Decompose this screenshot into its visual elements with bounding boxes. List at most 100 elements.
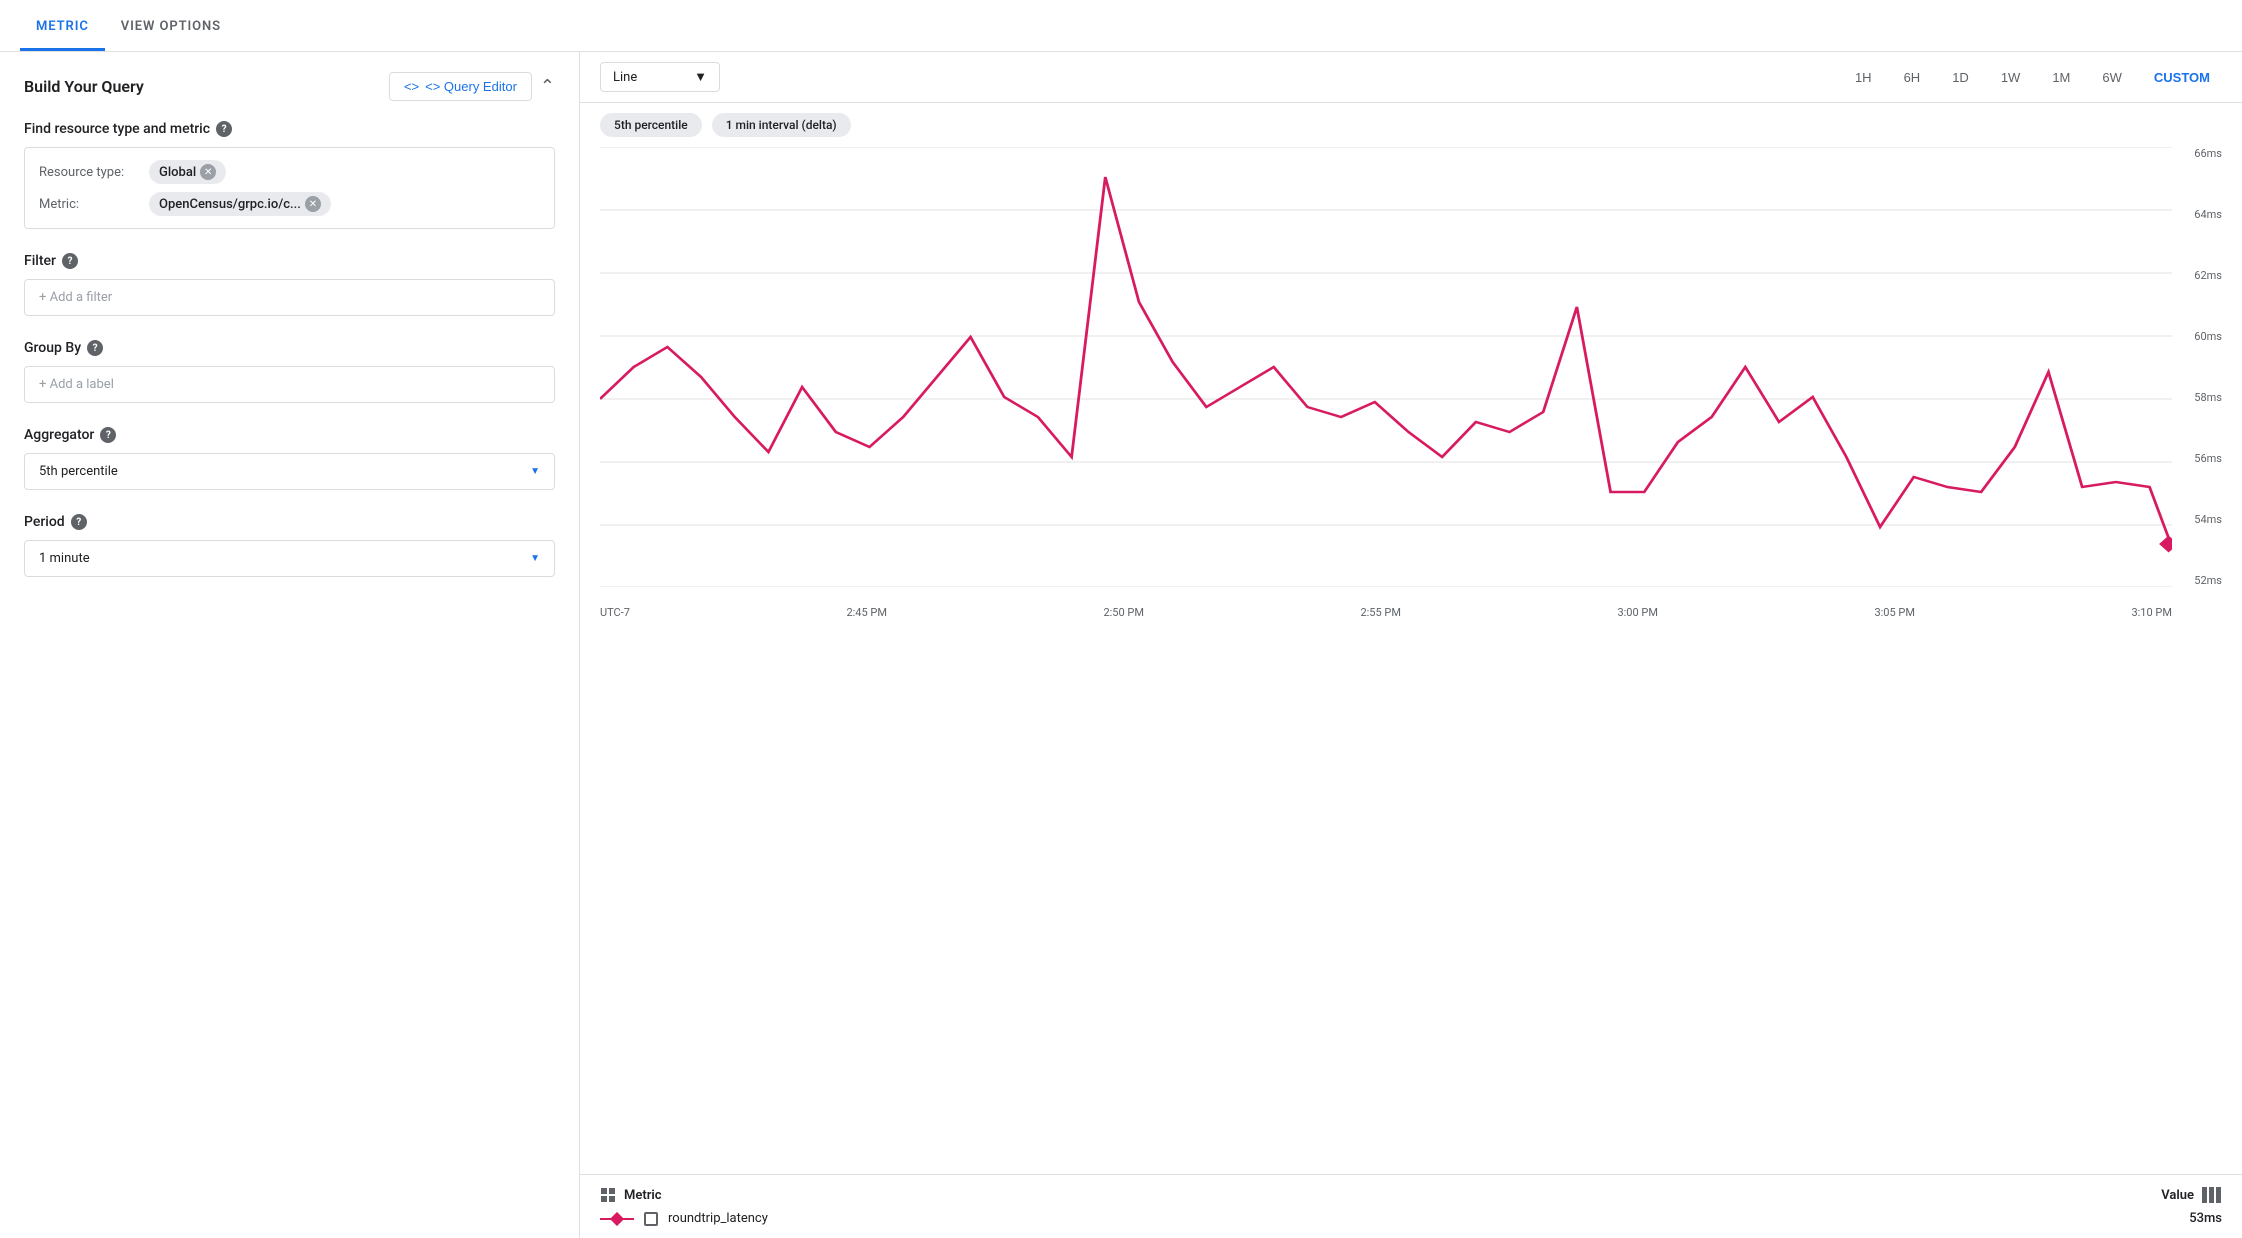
legend-metric-col-text: Metric (624, 1188, 662, 1203)
legend-row: roundtrip_latency 53ms (600, 1211, 2222, 1226)
x-label-300: 3:00 PM (1617, 606, 1657, 619)
resource-type-chip: Global ✕ (149, 160, 226, 184)
aggregator-help-icon[interactable]: ? (100, 427, 116, 443)
aggregator-label: Aggregator ? (24, 427, 555, 443)
group-by-section: Group By ? + Add a label (24, 340, 555, 403)
tab-view-options[interactable]: VIEW OPTIONS (105, 5, 237, 51)
x-label-245: 2:45 PM (846, 606, 886, 619)
aggregator-value: 5th percentile (39, 464, 118, 479)
find-resource-help-icon[interactable]: ? (216, 121, 232, 137)
group-by-placeholder: + Add a label (39, 377, 114, 392)
legend-area: Metric Value (580, 1174, 2242, 1238)
time-btn-1d[interactable]: 1D (1940, 64, 1981, 91)
time-btn-6h[interactable]: 6H (1892, 64, 1933, 91)
period-label: Period ? (24, 514, 555, 530)
y-axis: 66ms 64ms 62ms 60ms 58ms 56ms 54ms 52ms (2172, 147, 2222, 587)
legend-value-label: Value (2161, 1187, 2222, 1203)
left-panel: Build Your Query <> <> Query Editor ⌃ Fi… (0, 52, 580, 1238)
period-dropdown-arrow: ▼ (530, 553, 540, 564)
legend-checkbox[interactable] (644, 1212, 658, 1226)
chart-type-value: Line (613, 70, 637, 85)
y-label-58: 58ms (2194, 391, 2222, 404)
resource-type-remove[interactable]: ✕ (200, 164, 216, 180)
chart-tags: 5th percentile 1 min interval (delta) (580, 103, 2242, 147)
y-label-54: 54ms (2194, 513, 2222, 526)
period-value: 1 minute (39, 551, 90, 566)
find-resource-label: Find resource type and metric ? (24, 121, 555, 137)
chart-svg-area (600, 147, 2172, 587)
time-btn-custom[interactable]: CUSTOM (2142, 64, 2222, 91)
aggregator-select[interactable]: 5th percentile ▼ (24, 453, 555, 490)
x-axis: UTC-7 2:45 PM 2:50 PM 2:55 PM 3:00 PM 3:… (600, 597, 2172, 627)
code-icon: <> (404, 79, 419, 94)
metric-chip: OpenCensus/grpc.io/c... ✕ (149, 192, 331, 216)
metric-label: Metric: (39, 197, 149, 212)
resource-box: Resource type: Global ✕ Metric: OpenCens… (24, 147, 555, 229)
group-by-help-icon[interactable]: ? (87, 340, 103, 356)
x-label-310: 3:10 PM (2131, 606, 2171, 619)
resource-type-row: Resource type: Global ✕ (39, 160, 540, 184)
period-section: Period ? 1 minute ▼ (24, 514, 555, 577)
chart-toolbar: Line ▼ 1H 6H 1D 1W 1M 6W CUSTOM (580, 52, 2242, 103)
group-by-text: Group By (24, 340, 81, 356)
filter-label: Filter ? (24, 253, 555, 269)
chevron-up-icon: ⌃ (540, 76, 555, 97)
y-label-56: 56ms (2194, 452, 2222, 465)
filter-help-icon[interactable]: ? (62, 253, 78, 269)
time-btn-1h[interactable]: 1H (1843, 64, 1884, 91)
find-resource-text: Find resource type and metric (24, 121, 210, 137)
filter-text: Filter (24, 253, 56, 269)
chart-area: 66ms 64ms 62ms 60ms 58ms 56ms 54ms 52ms (580, 147, 2242, 1174)
time-btn-6w[interactable]: 6W (2090, 64, 2134, 91)
aggregator-dropdown-arrow: ▼ (530, 466, 540, 477)
chart-container: 66ms 64ms 62ms 60ms 58ms 56ms 54ms 52ms (600, 147, 2222, 627)
tab-metric[interactable]: METRIC (20, 5, 105, 51)
x-label-utc: UTC-7 (600, 606, 630, 619)
x-label-250: 2:50 PM (1103, 606, 1143, 619)
legend-metric-name: roundtrip_latency (668, 1211, 768, 1226)
chart-type-select[interactable]: Line ▼ (600, 62, 720, 92)
period-help-icon[interactable]: ? (71, 514, 87, 530)
filter-placeholder: + Add a filter (39, 290, 112, 305)
tab-bar: METRIC VIEW OPTIONS (0, 0, 2242, 52)
collapse-button[interactable]: ⌃ (540, 76, 555, 97)
x-label-305: 3:05 PM (1874, 606, 1914, 619)
group-by-label: Group By ? (24, 340, 555, 356)
tag-interval: 1 min interval (delta) (712, 113, 851, 137)
aggregator-section: Aggregator ? 5th percentile ▼ (24, 427, 555, 490)
right-panel: Line ▼ 1H 6H 1D 1W 1M 6W CUSTOM 5th perc… (580, 52, 2242, 1238)
y-label-64: 64ms (2194, 208, 2222, 221)
time-btn-1m[interactable]: 1M (2040, 64, 2082, 91)
legend-header: Metric Value (600, 1187, 2222, 1203)
aggregator-text: Aggregator (24, 427, 94, 443)
chart-svg (600, 147, 2172, 587)
legend-metric-value: 53ms (2189, 1211, 2222, 1226)
y-label-60: 60ms (2194, 330, 2222, 343)
query-editor-button[interactable]: <> <> Query Editor (389, 72, 532, 101)
group-by-input[interactable]: + Add a label (24, 366, 555, 403)
y-label-52: 52ms (2194, 574, 2222, 587)
metric-value: OpenCensus/grpc.io/c... (159, 197, 301, 212)
x-label-255: 2:55 PM (1360, 606, 1400, 619)
legend-metric-label: Metric (600, 1187, 662, 1203)
legend-value-col-text: Value (2161, 1188, 2194, 1203)
chart-type-dropdown-arrow: ▼ (694, 69, 707, 85)
resource-type-value: Global (159, 165, 196, 180)
find-resource-section: Find resource type and metric ? Resource… (24, 121, 555, 229)
filter-input[interactable]: + Add a filter (24, 279, 555, 316)
legend-line-indicator (600, 1212, 634, 1226)
period-select[interactable]: 1 minute ▼ (24, 540, 555, 577)
filter-section: Filter ? + Add a filter (24, 253, 555, 316)
main-layout: Build Your Query <> <> Query Editor ⌃ Fi… (0, 52, 2242, 1238)
period-text: Period (24, 514, 65, 530)
metric-remove[interactable]: ✕ (305, 196, 321, 212)
column-adjust-icon[interactable] (2202, 1187, 2222, 1203)
query-editor-label: <> Query Editor (425, 79, 517, 94)
time-btn-1w[interactable]: 1W (1989, 64, 2033, 91)
build-query-header: Build Your Query <> <> Query Editor ⌃ (24, 72, 555, 101)
grid-icon (600, 1187, 616, 1203)
y-label-62: 62ms (2194, 269, 2222, 282)
y-label-66: 66ms (2194, 147, 2222, 160)
resource-type-label: Resource type: (39, 165, 149, 180)
tag-5th-percentile: 5th percentile (600, 113, 702, 137)
